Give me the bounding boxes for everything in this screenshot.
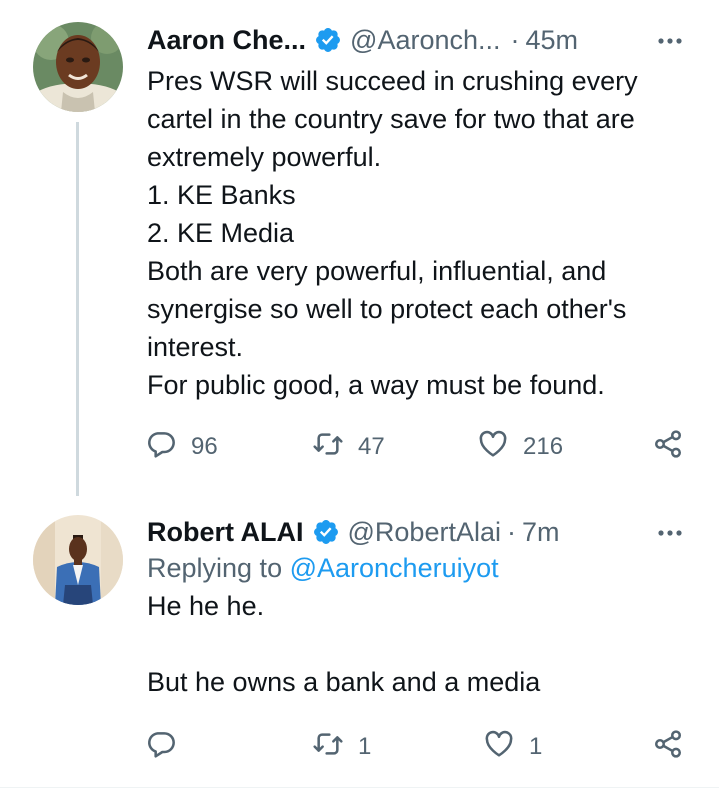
tweet-text-line: Pres WSR will succeed in crushing every: [147, 66, 638, 96]
timestamp[interactable]: 7m: [522, 517, 560, 548]
tweet-robert[interactable]: Robert ALAI @RobertAlai · 7m Replying to…: [0, 505, 719, 788]
timestamp[interactable]: 45m: [526, 25, 579, 56]
tweet-text-line: Both are very powerful, influential, and: [147, 256, 607, 286]
share-icon: [652, 428, 684, 467]
more-icon[interactable]: [655, 26, 685, 56]
retweet-button[interactable]: 1: [312, 727, 371, 767]
tweet-aaron[interactable]: Aaron Che... @Aaronch... · 45m Pres WSR …: [0, 0, 719, 505]
tweet-text-line: extremely powerful.: [147, 142, 382, 172]
reply-icon: [145, 428, 177, 467]
author-name[interactable]: Robert ALAI: [147, 517, 304, 548]
replying-to: Replying to @Aaroncheruiyot: [147, 549, 499, 587]
retweet-button[interactable]: 47: [312, 427, 385, 467]
retweet-count: 47: [358, 433, 385, 460]
tweet-text-line: 2. KE Media: [147, 218, 295, 248]
like-count: 1: [529, 733, 543, 760]
reply-icon: [145, 728, 177, 767]
like-button[interactable]: 216: [477, 427, 563, 467]
tweet-header: Robert ALAI @RobertAlai · 7m: [147, 512, 699, 552]
tweet-text: He he he. But he owns a bank and a media: [147, 587, 689, 701]
tweet-actions: 1 1: [145, 727, 690, 767]
avatar[interactable]: [33, 22, 123, 112]
more-icon[interactable]: [655, 518, 685, 548]
retweet-count: 1: [358, 733, 372, 760]
like-count: 216: [523, 433, 564, 460]
tweet-text-line: [147, 625, 689, 663]
share-icon: [652, 728, 684, 767]
tweet-text-line: synergise so well to protect each other'…: [147, 294, 627, 324]
like-icon: [477, 428, 509, 467]
retweet-icon: [312, 428, 344, 467]
avatar[interactable]: [33, 515, 123, 605]
reply-button[interactable]: 96: [145, 427, 218, 467]
thread-line: [76, 122, 79, 496]
tweet-text-line: 1. KE Banks: [147, 180, 296, 210]
reply-count: 96: [191, 433, 218, 460]
like-button[interactable]: 1: [483, 727, 542, 767]
tweet-text-line: But he owns a bank and a media: [147, 667, 541, 697]
tweet-text: Pres WSR will succeed in crushing every …: [147, 62, 689, 404]
separator-dot: ·: [510, 24, 520, 55]
separator-dot: ·: [506, 516, 516, 547]
tweet-text-line: cartel in the country save for two that …: [147, 104, 635, 134]
replying-to-label: Replying to: [147, 553, 290, 583]
retweet-icon: [312, 728, 344, 767]
author-name[interactable]: Aaron Che...: [147, 25, 306, 56]
tweet-text-line: interest.: [147, 332, 244, 362]
reply-button[interactable]: [145, 727, 191, 767]
verified-badge-icon: [314, 26, 342, 54]
verified-badge-icon: [312, 518, 340, 546]
author-handle[interactable]: @RobertAlai: [348, 517, 501, 548]
tweet-text-line: For public good, a way must be found.: [147, 370, 605, 400]
tweet-actions: 96 47 216: [145, 427, 690, 467]
tweet-text-line: He he he.: [147, 591, 265, 621]
author-handle[interactable]: @Aaronch...: [350, 25, 500, 56]
share-button[interactable]: [652, 727, 684, 767]
like-icon: [483, 728, 515, 767]
share-button[interactable]: [652, 427, 684, 467]
tweet-header: Aaron Che... @Aaronch... · 45m: [147, 20, 699, 60]
replying-to-mention[interactable]: @Aaroncheruiyot: [290, 553, 499, 583]
